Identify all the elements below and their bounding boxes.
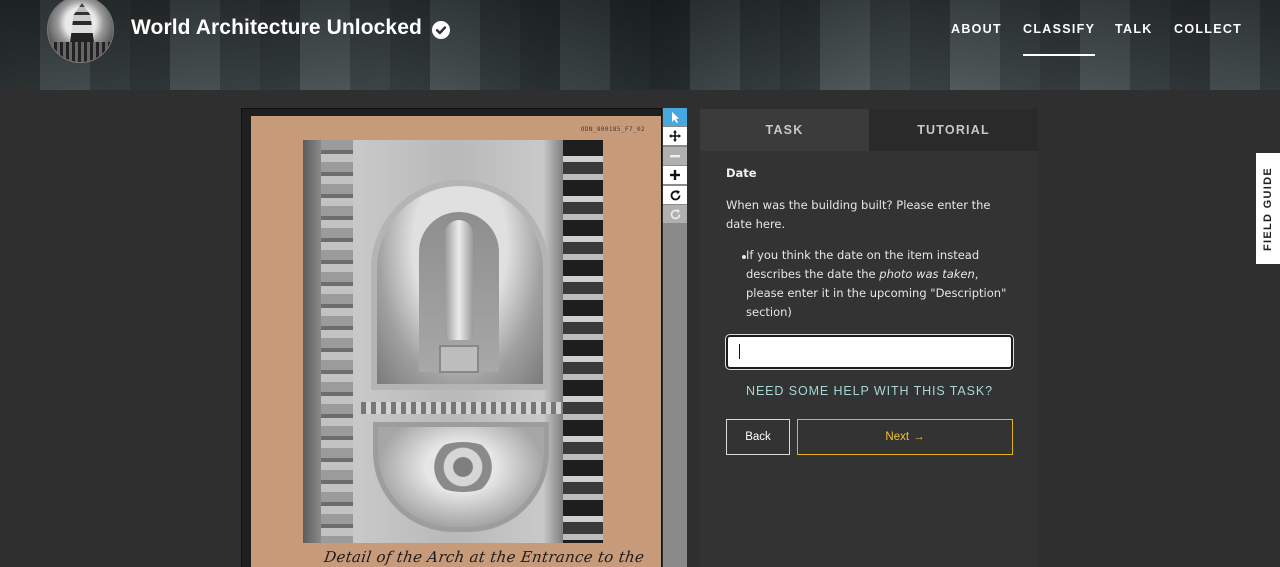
pan-tool-button[interactable]	[663, 127, 687, 145]
back-button[interactable]: Back	[726, 419, 790, 455]
architecture-photo	[303, 140, 603, 543]
field-guide-tab[interactable]: FIELD GUIDE	[1256, 153, 1280, 264]
project-title[interactable]: World Architecture Unlocked	[131, 16, 422, 40]
handwritten-caption: Detail of the Arch at the Entrance to th…	[320, 548, 646, 567]
minus-icon	[670, 155, 680, 158]
move-icon	[669, 130, 681, 142]
help-link[interactable]: NEED SOME HELP WITH THIS TASK?	[726, 384, 1013, 398]
rotate-button[interactable]	[663, 186, 687, 204]
question-title: Date	[726, 166, 757, 180]
check-badge-icon	[432, 21, 450, 39]
next-button-label: Next	[885, 431, 910, 443]
back-button-label: Back	[745, 431, 771, 443]
subject-viewer[interactable]: ODN_800185_F7_02 Detail of the Arch at t…	[241, 108, 662, 567]
tab-tutorial[interactable]: TUTORIAL	[869, 109, 1038, 151]
arrow-right-icon: →	[913, 431, 925, 443]
viewer-toolbar	[663, 108, 687, 567]
plus-icon	[670, 170, 680, 180]
rotate-icon	[670, 189, 680, 200]
bullet-emphasis: photo was taken	[879, 267, 975, 281]
card-id-label: ODN_800185_F7_02	[580, 126, 645, 133]
date-input[interactable]	[725, 334, 1014, 370]
nav-classify[interactable]: CLASSIFY	[1023, 22, 1096, 56]
field-guide-label: FIELD GUIDE	[1262, 166, 1274, 251]
zoom-out-button[interactable]	[663, 147, 687, 165]
reset-icon	[670, 208, 680, 219]
instruction-bullet: If you think the date on the item instea…	[746, 246, 1010, 322]
pagoda-avatar-icon	[70, 3, 94, 43]
nav-about[interactable]: ABOUT	[951, 22, 1002, 38]
tab-task[interactable]: TASK	[700, 109, 869, 151]
question-text: When was the building built? Please ente…	[726, 198, 991, 231]
reset-button[interactable]	[663, 205, 687, 223]
next-button[interactable]: Next →	[797, 419, 1013, 455]
select-tool-button[interactable]	[663, 108, 687, 126]
cursor-icon	[672, 111, 679, 123]
nav-talk[interactable]: TALK	[1115, 22, 1153, 38]
zoom-in-button[interactable]	[663, 166, 687, 184]
nav-collect[interactable]: COLLECT	[1174, 22, 1242, 38]
subject-image: ODN_800185_F7_02 Detail of the Arch at t…	[251, 116, 661, 567]
project-avatar[interactable]	[47, 0, 114, 63]
text-caret	[739, 344, 740, 359]
task-tabs: TASK TUTORIAL	[700, 109, 1038, 151]
